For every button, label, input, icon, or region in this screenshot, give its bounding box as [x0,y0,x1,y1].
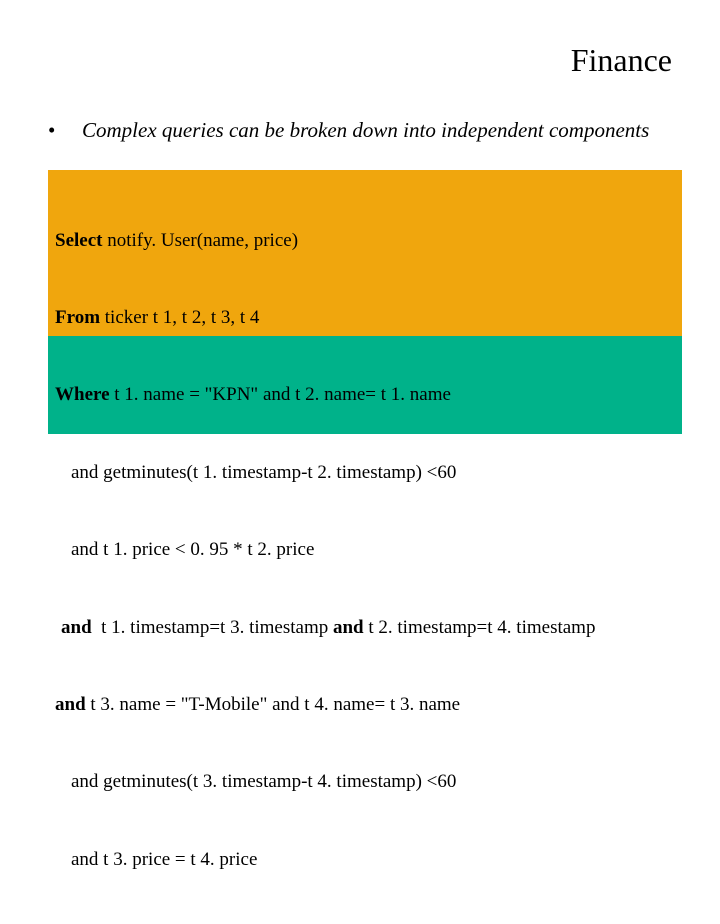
txt-l1: notify. User(name, price) [102,230,298,251]
kw-and-2: and [333,617,364,638]
kw-where: Where [55,384,110,405]
bullet-item: • Complex queries can be broken down int… [48,118,680,143]
txt-l5: and t 1. price < 0. 95 * t 2. price [55,537,595,563]
txt-l9: and t 3. price = t 4. price [55,847,595,873]
bullet-text: Complex queries can be broken down into … [82,118,649,143]
txt-l6d: t 2. timestamp=t 4. timestamp [364,617,596,638]
txt-l8: and getminutes(t 3. timestamp-t 4. times… [55,769,595,795]
kw-and-1: and [61,617,92,638]
txt-l4: and getminutes(t 1. timestamp-t 2. times… [55,460,595,486]
txt-l6b: t 1. timestamp=t 3. timestamp [92,617,333,638]
kw-and-3: and [55,694,86,715]
kw-select: Select [55,230,102,251]
bullet-dot: • [48,118,82,143]
kw-from: From [55,307,100,328]
txt-l2: ticker t 1, t 2, t 3, t 4 [100,307,259,328]
page-title: Finance [571,42,672,79]
sql-code: Select notify. User(name, price) From ti… [55,176,595,924]
slide: Finance • Complex queries can be broken … [0,0,720,540]
txt-l3: t 1. name = "KPN" and t 2. name= t 1. na… [110,384,451,405]
txt-l7: t 3. name = "T-Mobile" and t 4. name= t … [86,694,460,715]
